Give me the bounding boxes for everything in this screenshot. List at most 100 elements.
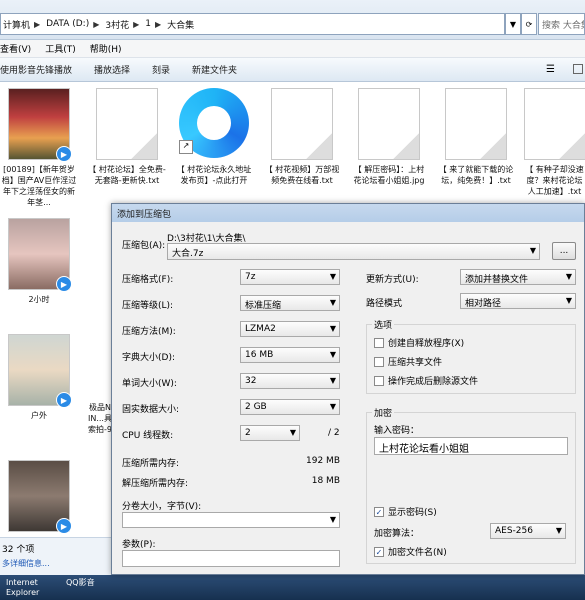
encryption-method-select[interactable]: AES-256 ▼ <box>490 523 566 539</box>
search-input[interactable]: 搜索 大合集 <box>538 13 585 35</box>
format-select[interactable]: 7z ▼ <box>240 269 340 285</box>
play-with-player-button[interactable]: 使用影音先锋播放 <box>0 63 72 76</box>
password-input[interactable]: 上村花论坛看小姐姐 <box>374 437 568 455</box>
update-mode-select[interactable]: 添加并替换文件 ▼ <box>460 269 576 285</box>
breadcrumb-drive[interactable]: DATA (D:) <box>46 19 89 29</box>
chevron-right-icon: ▶ <box>154 19 162 29</box>
video-thumbnail: ▶ <box>8 218 72 292</box>
burn-button[interactable]: 刻录 <box>152 63 170 76</box>
dictionary-select[interactable]: 16 MB ▼ <box>240 347 340 363</box>
file-item[interactable]: ▶ 2小时 <box>0 212 78 305</box>
file-item[interactable]: 【 村花论坛】全免费-无套路-更新快.txt <box>88 82 166 186</box>
file-item[interactable]: 【 有种子却没速度？来村花论坛人工加速】.txt <box>524 82 585 197</box>
menu-tools[interactable]: 工具(T) <box>45 42 76 55</box>
checkbox-box <box>374 356 384 367</box>
chevron-down-icon: ▼ <box>329 402 336 411</box>
encryption-method-label: 加密算法： <box>374 529 420 539</box>
word-size-label: 单词大小(W): <box>122 379 177 389</box>
chevron-down-icon: ▼ <box>329 272 336 281</box>
word-size-value: 32 <box>245 376 257 386</box>
archive-name-combo[interactable]: 大合.7z ▼ <box>167 243 540 260</box>
chevron-down-icon[interactable]: ▼ <box>505 13 521 35</box>
encrypt-names-checkbox[interactable]: ✓ 加密文件名(N) <box>374 545 447 558</box>
file-name: 极品NIN...具索拍-9 <box>88 403 112 434</box>
cpu-threads-label: CPU 线程数: <box>122 431 174 441</box>
file-item[interactable]: 【 来了就能下载的论坛，纯免费！】.txt <box>437 82 515 186</box>
taskbar-qqplayer[interactable]: QQ影音 <box>60 575 101 600</box>
file-item[interactable]: ↗ 【 村花论坛永久地址发布页】-点此打开 <box>175 82 253 186</box>
parameters-input[interactable] <box>122 550 340 567</box>
breadcrumb-computer[interactable]: 计算机 <box>3 18 30 31</box>
shared-files-label: 压缩共享文件 <box>388 358 443 368</box>
chevron-right-icon: ▶ <box>34 19 41 29</box>
breadcrumb-folder-2[interactable]: 1 <box>145 19 151 29</box>
document-icon <box>524 88 585 160</box>
play-icon: ▶ <box>56 146 72 162</box>
item-count: 32 个项 <box>2 545 35 555</box>
archive-label: 压缩包(A): <box>122 241 166 251</box>
encryption-group-label: 加密 <box>372 406 395 419</box>
chevron-down-icon: ▼ <box>329 298 336 307</box>
level-select[interactable]: 标准压缩 ▼ <box>240 295 340 311</box>
menu-help[interactable]: 帮助(H) <box>90 42 122 55</box>
chevron-down-icon: ▼ <box>565 296 572 305</box>
file-name: 【 解压密码】：上村花论坛看小姐姐.jpg <box>353 165 425 185</box>
play-selection-button[interactable]: 播放选择 <box>94 63 130 76</box>
document-icon <box>445 88 507 160</box>
preview-pane-icon[interactable] <box>573 64 583 74</box>
show-password-label: 显示密码(S) <box>388 508 437 518</box>
split-size-combo[interactable]: ▼ <box>122 512 340 528</box>
cpu-threads-value: 2 <box>245 428 251 438</box>
file-item[interactable]: 【 解压密码】：上村花论坛看小姐姐.jpg <box>350 82 428 186</box>
checkbox-box <box>374 375 384 386</box>
file-item[interactable]: 【 村花视频】万部视频免费在线看.txt <box>263 82 341 186</box>
dictionary-value: 16 MB <box>245 350 274 360</box>
dictionary-label: 字典大小(D): <box>122 353 175 363</box>
archive-name-value: 大合.7z <box>172 249 204 259</box>
method-label: 压缩方法(M): <box>122 327 176 337</box>
solid-size-label: 固实数据大小: <box>122 405 180 415</box>
shared-files-checkbox[interactable]: 压缩共享文件 <box>374 355 442 368</box>
address-bar-area: 计算机▶ DATA (D:)▶ 3村花▶ 1▶ 大合集 ▼ ⟳ 搜索 大合集 <box>0 0 585 40</box>
play-icon: ▶ <box>56 518 72 534</box>
toolbar: 使用影音先锋播放 播放选择 刻录 新建文件夹 <box>0 58 585 82</box>
encryption-method-value: AES-256 <box>495 526 533 536</box>
file-item[interactable]: 极品NIN...具索拍-9 <box>88 328 112 435</box>
file-name: 【 有种子却没速度？来村花论坛人工加速】.txt <box>525 165 584 196</box>
chevron-down-icon: ▼ <box>289 428 296 437</box>
video-thumbnail: ▶ <box>8 334 72 408</box>
breadcrumb-folder-3[interactable]: 大合集 <box>167 18 194 31</box>
cpu-threads-total: / 2 <box>328 428 340 438</box>
word-size-select[interactable]: 32 ▼ <box>240 373 340 389</box>
file-name: 【 村花论坛】全免费-无套路-更新快.txt <box>88 165 166 185</box>
breadcrumb[interactable]: 计算机 ▶ DATA (D:) ▶ 3村花 ▶ 1 ▶ 大合集 <box>0 13 505 35</box>
level-label: 压缩等级(L): <box>122 301 174 311</box>
delete-after-checkbox[interactable]: 操作完成后删除源文件 <box>374 374 478 387</box>
path-mode-select[interactable]: 相对路径 ▼ <box>460 293 576 309</box>
file-name: 2小时 <box>28 295 50 304</box>
method-select[interactable]: LZMA2 ▼ <box>240 321 340 337</box>
update-mode-value: 添加并替换文件 <box>465 275 529 285</box>
browse-button[interactable]: ... <box>552 242 576 260</box>
taskbar-ie[interactable]: Internet Explorer <box>0 575 60 600</box>
new-folder-button[interactable]: 新建文件夹 <box>192 63 237 76</box>
file-item[interactable]: ▶ 户外 <box>0 328 78 421</box>
menu-bar: 查看(V) 工具(T) 帮助(H) <box>0 40 585 58</box>
refresh-icon[interactable]: ⟳ <box>521 13 537 35</box>
solid-size-select[interactable]: 2 GB ▼ <box>240 399 340 415</box>
view-options-icon[interactable]: ☰ <box>546 64 555 75</box>
file-name: 【 村花视频】万部视频免费在线看.txt <box>264 165 340 185</box>
more-details-link[interactable]: 多详细信息... <box>2 558 118 569</box>
menu-view[interactable]: 查看(V) <box>0 42 31 55</box>
chevron-down-icon: ▼ <box>329 515 336 524</box>
play-icon: ▶ <box>56 392 72 408</box>
chevron-down-icon: ▼ <box>329 350 336 359</box>
breadcrumb-folder-1[interactable]: 3村花 <box>105 18 129 31</box>
file-item[interactable]: ▶ [00189]【新年贺岁档】国产AV巨作淫过年下之淫荡侄女的新年茎... <box>0 82 78 208</box>
file-item[interactable]: ▶ <box>0 454 78 536</box>
show-password-checkbox[interactable]: ✓ 显示密码(S) <box>374 505 437 518</box>
password-label: 输入密码： <box>374 426 420 436</box>
checkbox-box: ✓ <box>374 506 384 517</box>
cpu-threads-select[interactable]: 2 ▼ <box>240 425 300 441</box>
create-sfx-checkbox[interactable]: 创建自释放程序(X) <box>374 336 464 349</box>
